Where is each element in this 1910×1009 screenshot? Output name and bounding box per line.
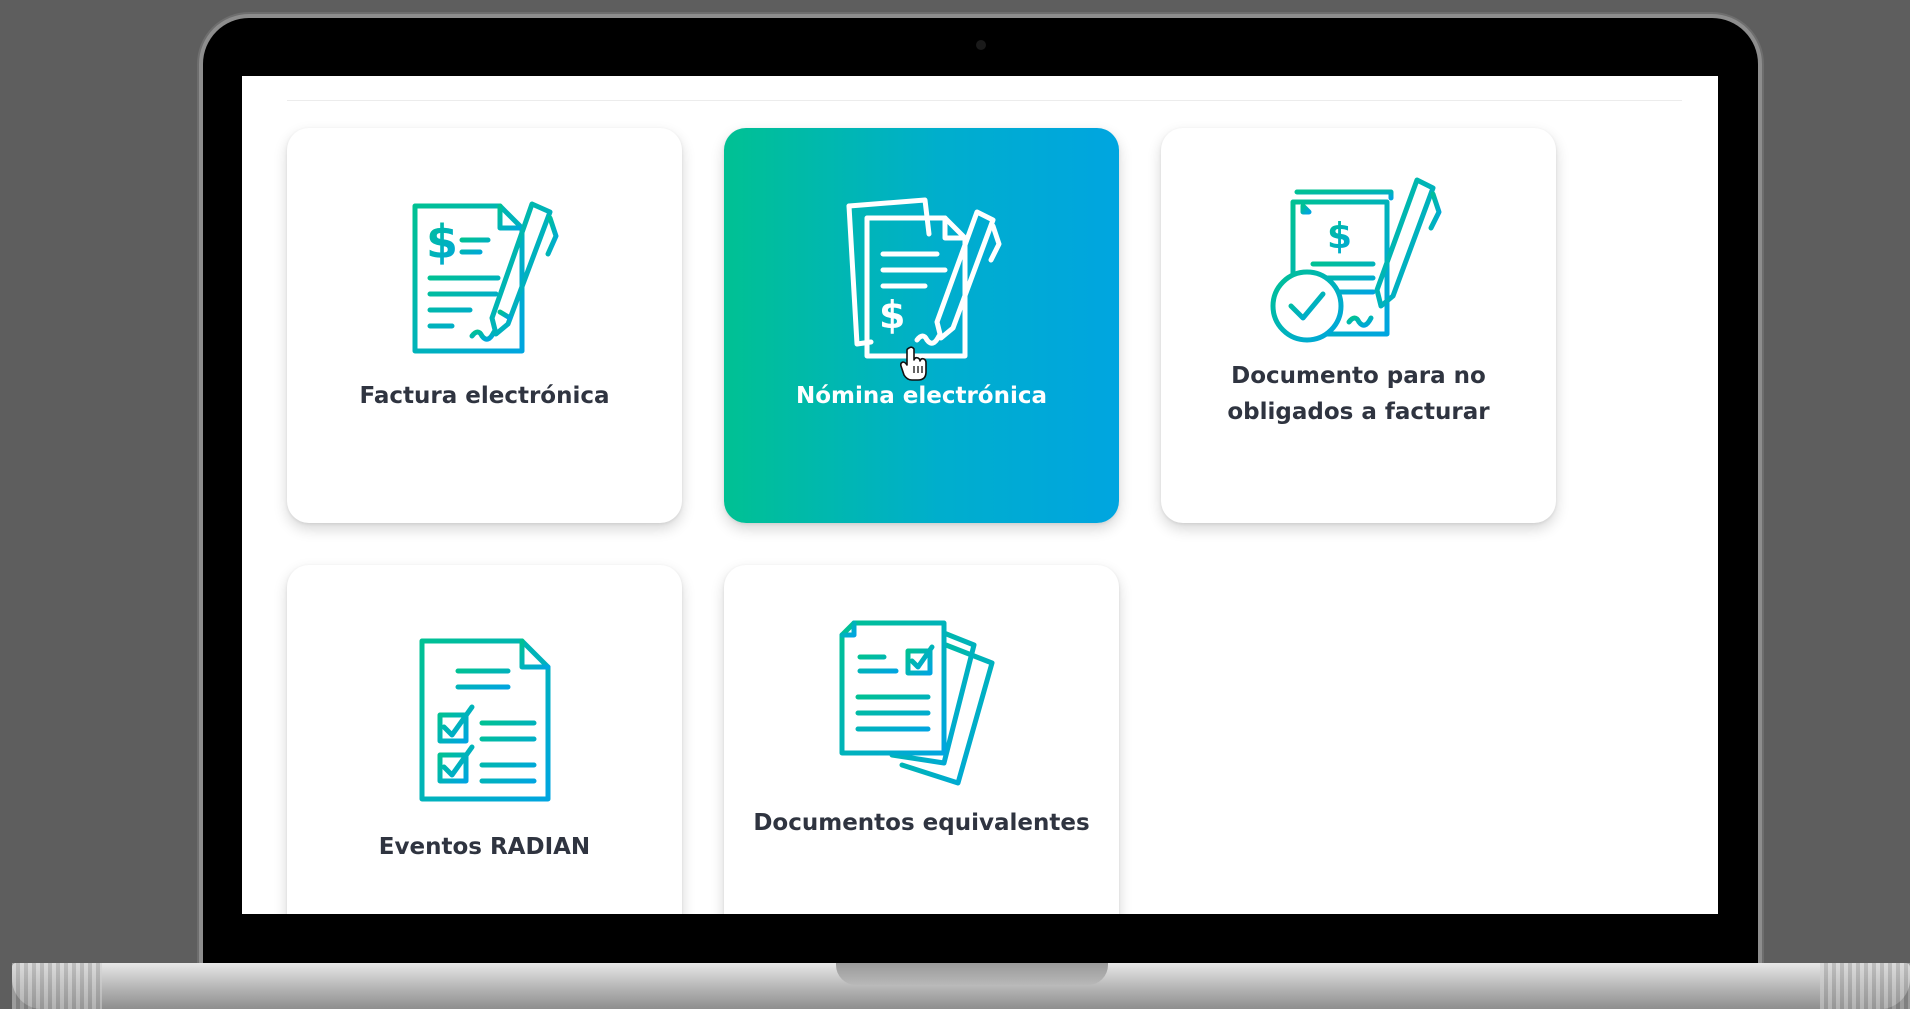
- laptop-notch: [836, 963, 1108, 985]
- camera-icon: [975, 40, 986, 50]
- stacked-documents-icon: [724, 615, 1119, 790]
- laptop-base: [12, 963, 1910, 1009]
- document-check-pen-icon: $: [1161, 172, 1556, 352]
- svg-text:$: $: [879, 293, 905, 337]
- tile-label: Documentos equivalentes: [753, 810, 1090, 836]
- tile-label: Factura electrónica: [359, 383, 610, 409]
- tile-eventos-radian[interactable]: Eventos RADIAN: [287, 565, 682, 914]
- svg-text:$: $: [1327, 216, 1352, 257]
- checklist-document-icon: [287, 631, 682, 806]
- payroll-documents-pen-icon: $: [724, 194, 1119, 369]
- tile-label: Documento para no obligados a facturar: [1227, 363, 1490, 425]
- invoice-pen-icon: $: [287, 196, 682, 366]
- tile-documento-no-obligados[interactable]: $ Documento para no obligados a facturar: [1161, 128, 1556, 523]
- tile-documentos-equivalentes[interactable]: Documentos equivalentes: [724, 565, 1119, 914]
- tile-label: Eventos RADIAN: [378, 834, 591, 860]
- hand-pointer-icon: [899, 346, 928, 387]
- divider: [287, 100, 1682, 101]
- svg-text:$: $: [426, 215, 458, 269]
- laptop-screen: $ Factura electrónica $ Nómina electróni…: [242, 76, 1718, 914]
- tile-factura-electronica[interactable]: $ Factura electrónica: [287, 128, 682, 523]
- tile-nomina-electronica[interactable]: $ Nómina electrónica: [724, 128, 1119, 523]
